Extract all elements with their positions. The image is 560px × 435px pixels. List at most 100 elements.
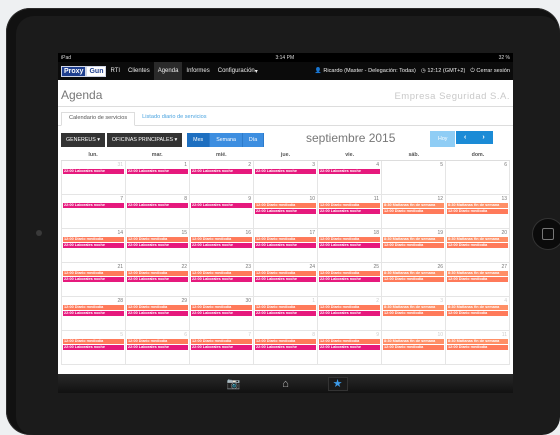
- calendar-event[interactable]: 12:00 Diario mediodía: [127, 237, 188, 242]
- view-month-button[interactable]: Mes: [187, 133, 211, 147]
- logo[interactable]: Proxy Gun: [61, 65, 107, 77]
- calendar-event[interactable]: 12:00 Diario mediodía: [319, 271, 380, 276]
- calendar-event[interactable]: 12:00 Diario mediodía: [319, 203, 380, 208]
- calendar-day[interactable]: 10 8:30 Mañanas fin de semana 12:00 Diario…: [382, 331, 446, 364]
- calendar-day[interactable]: 6 12:00 Diario mediodía 22:00 Laborales no…: [126, 331, 190, 364]
- calendar-day[interactable]: 1 22:00 Laborales noche: [126, 161, 190, 194]
- calendar-event[interactable]: 22:00 Laborales noche: [127, 277, 188, 282]
- calendar-event[interactable]: 22:00 Laborales noche: [319, 243, 380, 248]
- calendar-day[interactable]: 7 12:00 Diario mediodía 22:00 Laborales no…: [190, 331, 254, 364]
- filter-office-dropdown[interactable]: OFICINAS PRINCIPALES ▾: [106, 133, 183, 147]
- calendar-event[interactable]: 22:00 Laborales noche: [191, 203, 252, 208]
- calendar-day[interactable]: 1 12:00 Diario mediodía 22:00 Laborales no…: [254, 297, 318, 330]
- home-icon[interactable]: ⌂: [276, 377, 296, 391]
- calendar-event[interactable]: 12:00 Diario mediodía: [383, 277, 444, 282]
- calendar-event[interactable]: 12:00 Diario mediodía: [383, 311, 444, 316]
- next-button[interactable]: ›: [474, 131, 493, 144]
- calendar-event[interactable]: 8:30 Mañanas fin de semana: [447, 237, 508, 242]
- calendar-event[interactable]: 22:00 Laborales noche: [63, 169, 124, 174]
- calendar-day[interactable]: 23 12:00 Diario mediodía 22:00 Laborales n…: [190, 263, 254, 296]
- calendar-event[interactable]: 12:00 Diario mediodía: [191, 305, 252, 310]
- calendar-event[interactable]: 22:00 Laborales noche: [127, 203, 188, 208]
- calendar-event[interactable]: 22:00 Laborales noche: [63, 203, 124, 208]
- calendar-day[interactable]: 11 12:00 Diario mediodía 22:00 Laborales n…: [318, 195, 382, 228]
- calendar-event[interactable]: 22:00 Laborales noche: [191, 345, 252, 350]
- calendar-event[interactable]: 22:00 Laborales noche: [127, 345, 188, 350]
- calendar-event[interactable]: 22:00 Laborales noche: [63, 345, 124, 350]
- calendar-event[interactable]: 22:00 Laborales noche: [191, 311, 252, 316]
- calendar-event[interactable]: 8:30 Mañanas fin de semana: [447, 305, 508, 310]
- calendar-event[interactable]: 22:00 Laborales noche: [319, 345, 380, 350]
- calendar-day[interactable]: 2 12:00 Diario mediodía 22:00 Laborales no…: [318, 297, 382, 330]
- calendar-event[interactable]: 8:30 Mañanas fin de semana: [383, 237, 444, 242]
- calendar-event[interactable]: 12:00 Diario mediodía: [63, 271, 124, 276]
- calendar-day[interactable]: 12 8:30 Mañanas fin de semana 12:00 Diario…: [382, 195, 446, 228]
- calendar-event[interactable]: 22:00 Laborales noche: [255, 277, 316, 282]
- calendar-day[interactable]: 5: [382, 161, 446, 194]
- calendar-event[interactable]: 22:00 Laborales noche: [127, 169, 188, 174]
- calendar-event[interactable]: 22:00 Laborales noche: [191, 169, 252, 174]
- calendar-event[interactable]: 12:00 Diario mediodía: [255, 339, 316, 344]
- calendar-event[interactable]: 22:00 Laborales noche: [319, 169, 380, 174]
- calendar-event[interactable]: 22:00 Laborales noche: [255, 243, 316, 248]
- calendar-day[interactable]: 21 12:00 Diario mediodía 22:00 Laborales n…: [61, 263, 126, 296]
- calendar-day[interactable]: 30 12:00 Diario mediodía 22:00 Laborales n…: [190, 297, 254, 330]
- calendar-event[interactable]: 8:30 Mañanas fin de semana: [383, 203, 444, 208]
- calendar-event[interactable]: 22:00 Laborales noche: [255, 209, 316, 214]
- calendar-event[interactable]: 12:00 Diario mediodía: [191, 271, 252, 276]
- filter-client-dropdown[interactable]: GENEREUS ▾: [61, 133, 105, 147]
- calendar-day[interactable]: 27 8:30 Mañanas fin de semana 12:00 Diario…: [446, 263, 510, 296]
- calendar-day[interactable]: 9 12:00 Diario mediodía 22:00 Laborales no…: [318, 331, 382, 364]
- calendar-event[interactable]: 8:30 Mañanas fin de semana: [383, 339, 444, 344]
- calendar-event[interactable]: 12:00 Diario mediodía: [127, 339, 188, 344]
- calendar-day[interactable]: 6: [446, 161, 510, 194]
- calendar-event[interactable]: 12:00 Diario mediodía: [255, 237, 316, 242]
- nav-configuracion[interactable]: Configuración ▾: [214, 62, 262, 80]
- calendar-day[interactable]: 10 12:00 Diario mediodía 22:00 Laborales n…: [254, 195, 318, 228]
- calendar-day[interactable]: 9 22:00 Laborales noche: [190, 195, 254, 228]
- calendar-event[interactable]: 22:00 Laborales noche: [127, 243, 188, 248]
- calendar-event[interactable]: 12:00 Diario mediodía: [447, 311, 508, 316]
- calendar-event[interactable]: 22:00 Laborales noche: [191, 243, 252, 248]
- camera-icon[interactable]: 📷: [224, 377, 244, 391]
- calendar-day[interactable]: 7 22:00 Laborales noche: [61, 195, 126, 228]
- calendar-day[interactable]: 31 22:00 Laborales noche: [61, 161, 126, 194]
- today-button[interactable]: Hoy: [430, 131, 456, 147]
- calendar-event[interactable]: 22:00 Laborales noche: [63, 243, 124, 248]
- calendar-day[interactable]: 16 12:00 Diario mediodía 22:00 Laborales n…: [190, 229, 254, 262]
- calendar-event[interactable]: 12:00 Diario mediodía: [255, 271, 316, 276]
- calendar-day[interactable]: 2 22:00 Laborales noche: [190, 161, 254, 194]
- calendar-day[interactable]: 8 22:00 Laborales noche: [126, 195, 190, 228]
- nav-informes[interactable]: Informes: [182, 62, 213, 80]
- calendar-day[interactable]: 15 12:00 Diario mediodía 22:00 Laborales n…: [126, 229, 190, 262]
- view-day-button[interactable]: Día: [242, 133, 265, 147]
- calendar-day[interactable]: 3 22:00 Laborales noche: [254, 161, 318, 194]
- calendar-day[interactable]: 22 12:00 Diario mediodía 22:00 Laborales n…: [126, 263, 190, 296]
- nav-agenda[interactable]: Agenda: [153, 62, 183, 80]
- calendar-event[interactable]: 12:00 Diario mediodía: [319, 237, 380, 242]
- calendar-event[interactable]: 12:00 Diario mediodía: [127, 271, 188, 276]
- calendar-event[interactable]: 12:00 Diario mediodía: [255, 203, 316, 208]
- calendar-day[interactable]: 8 12:00 Diario mediodía 22:00 Laborales no…: [254, 331, 318, 364]
- calendar-day[interactable]: 18 12:00 Diario mediodía 22:00 Laborales n…: [318, 229, 382, 262]
- calendar-day[interactable]: 4 22:00 Laborales noche: [318, 161, 382, 194]
- calendar-event[interactable]: 12:00 Diario mediodía: [319, 339, 380, 344]
- prev-button[interactable]: ‹: [456, 131, 475, 144]
- calendar-event[interactable]: 12:00 Diario mediodía: [383, 209, 444, 214]
- calendar-day[interactable]: 14 12:00 Diario mediodía 22:00 Laborales n…: [61, 229, 126, 262]
- view-week-button[interactable]: Semana: [210, 133, 243, 147]
- calendar-day[interactable]: 29 12:00 Diario mediodía 22:00 Laborales n…: [126, 297, 190, 330]
- calendar-event[interactable]: 22:00 Laborales noche: [319, 209, 380, 214]
- nav-rti[interactable]: RTI: [106, 62, 124, 80]
- calendar-day[interactable]: 20 8:30 Mañanas fin de semana 12:00 Diario…: [446, 229, 510, 262]
- calendar-event[interactable]: 8:30 Mañanas fin de semana: [383, 305, 444, 310]
- calendar-event[interactable]: 22:00 Laborales noche: [63, 311, 124, 316]
- calendar-event[interactable]: 12:00 Diario mediodía: [191, 237, 252, 242]
- calendar-event[interactable]: 12:00 Diario mediodía: [447, 277, 508, 282]
- tab-calendario[interactable]: Calendario de servicios: [61, 112, 136, 126]
- calendar-event[interactable]: 22:00 Laborales noche: [255, 169, 316, 174]
- calendar-day[interactable]: 5 12:00 Diario mediodía 22:00 Laborales no…: [61, 331, 126, 364]
- calendar-event[interactable]: 12:00 Diario mediodía: [63, 305, 124, 310]
- calendar-event[interactable]: 12:00 Diario mediodía: [447, 345, 508, 350]
- calendar-event[interactable]: 22:00 Laborales noche: [63, 277, 124, 282]
